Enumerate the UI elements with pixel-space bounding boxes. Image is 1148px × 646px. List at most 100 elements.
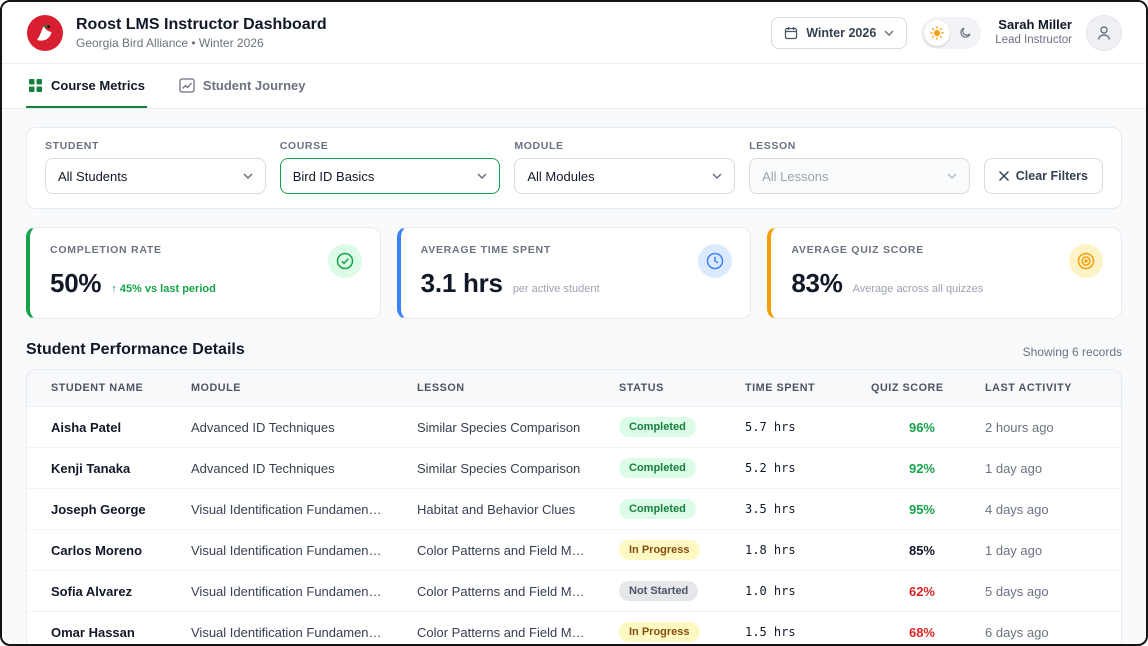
performance-table: STUDENT NAME MODULE LESSON STATUS TIME SPENT… — [27, 370, 1121, 645]
tab-student-journey[interactable]: Student Journey — [177, 64, 308, 108]
table-row: Joseph George Visual Identification Funda… — [27, 488, 1121, 530]
student-select[interactable]: All Students — [45, 158, 266, 194]
lesson-cell: Color Patterns and Field Marks — [417, 624, 597, 640]
check-circle-icon — [327, 244, 362, 278]
course-select[interactable]: Bird ID Basics — [279, 158, 501, 194]
column-header: MODULE — [175, 370, 401, 407]
chevron-down-icon — [884, 29, 894, 36]
metric-caption: per active student — [512, 283, 600, 295]
line-chart-icon — [179, 77, 195, 93]
module-select[interactable]: All Modules — [514, 158, 736, 194]
light-mode-sun-icon[interactable] — [924, 19, 951, 46]
status-badge: Not Started — [619, 581, 699, 601]
chevron-down-icon — [947, 173, 957, 179]
average-time-card: AVERAGE TIME SPENT 3.1 hrs per active st… — [396, 227, 752, 319]
lesson-cell: Similar Species Comparison — [401, 447, 603, 489]
tab-label: Course Metrics — [51, 77, 145, 93]
last-activity-cell: 2 hours ago — [969, 406, 1121, 448]
calendar-icon — [784, 26, 798, 40]
tab-course-metrics[interactable]: Course Metrics — [26, 64, 147, 108]
student-name-cell: Kenji Tanaka — [27, 447, 175, 489]
last-activity-cell: 4 days ago — [969, 488, 1121, 530]
course-select-value: Bird ID Basics — [292, 168, 375, 184]
table-row: Sofia Alvarez Visual Identification Funda… — [27, 570, 1121, 612]
student-name-cell: Aisha Patel — [27, 406, 175, 448]
tab-bar: Course Metrics Student Journey — [2, 64, 1146, 109]
time-spent-cell: 1.5 hrs — [745, 625, 796, 639]
table-title: Student Performance Details — [26, 341, 245, 358]
average-quiz-card: AVERAGE QUIZ SCORE 83% Average across al… — [767, 227, 1123, 319]
status-cell: Completed — [603, 406, 729, 448]
filter-bar: STUDENT All Students COURSE Bird ID Basi… — [26, 127, 1122, 209]
page-title: Roost LMS Instructor Dashboard — [76, 15, 327, 33]
metric-trend: ↑ 45% vs last period — [111, 283, 216, 295]
column-header: TIME SPENT — [729, 370, 855, 407]
module-select-value: All Modules — [527, 168, 595, 184]
time-spent-cell: 5.7 hrs — [729, 406, 855, 448]
page-subtitle: Georgia Bird Alliance • Winter 2026 — [76, 35, 264, 50]
module-cell: Visual Identification Fundamentals — [191, 624, 389, 640]
lesson-select-value: All Lessons — [762, 168, 829, 184]
column-header: LAST ACTIVITY — [969, 370, 1121, 407]
metric-value: 83% — [791, 268, 843, 298]
app-window: Roost LMS Instructor Dashboard Georgia B… — [0, 0, 1148, 646]
clear-filters-button[interactable]: Clear Filters — [983, 158, 1104, 194]
filter-group-module: MODULE All Modules — [514, 140, 736, 194]
filter-group-course: COURSE Bird ID Basics — [279, 140, 501, 194]
course-filter-label: COURSE — [279, 140, 329, 152]
quiz-score-cell: 95% — [855, 488, 969, 530]
lesson-select[interactable]: All Lessons — [749, 158, 970, 194]
last-activity-cell: 1 day ago — [969, 447, 1121, 489]
quiz-score-cell: 96% — [855, 406, 969, 448]
student-name-cell: Omar Hassan — [51, 624, 135, 640]
last-activity-cell: 1 day ago — [969, 529, 1121, 571]
performance-table-card: STUDENT NAME MODULE LESSON STATUS TIME SPENT… — [26, 369, 1122, 645]
time-spent-cell: 1.8 hrs — [729, 529, 855, 571]
avatar[interactable] — [1086, 14, 1122, 51]
metric-label: AVERAGE TIME SPENT — [420, 244, 551, 256]
header: Roost LMS Instructor Dashboard Georgia B… — [2, 2, 1146, 64]
time-spent-cell: 1.0 hrs — [729, 570, 855, 612]
user-info: Sarah Miller Lead Instructor — [995, 17, 1072, 48]
quiz-score-cell: 62% — [855, 570, 969, 612]
status-cell: Not Started — [603, 570, 729, 612]
last-activity-cell: 6 days ago — [985, 624, 1049, 640]
theme-toggle[interactable] — [921, 16, 982, 49]
quiz-score-cell: 85% — [855, 529, 969, 571]
lesson-cell: Similar Species Comparison — [401, 406, 603, 448]
lesson-cell: Color Patterns and Field Marks — [401, 570, 603, 612]
filter-group-student: STUDENT All Students — [45, 140, 266, 194]
metric-cards: COMPLETION RATE 50% ↑ 45% vs last period… — [26, 227, 1123, 319]
table-row: Aisha Patel Advanced ID Techniques Similar… — [27, 406, 1121, 448]
close-icon — [999, 171, 1009, 181]
clear-filters-label: Clear Filters — [1015, 169, 1089, 183]
roost-logo-icon — [26, 14, 64, 52]
lesson-cell: Habitat and Behavior Clues — [401, 488, 603, 530]
table-section-header: Student Performance Details Showing 6 re… — [26, 341, 1122, 359]
tab-label: Student Journey — [202, 77, 306, 93]
lesson-filter-label: LESSON — [749, 140, 797, 152]
metric-label: COMPLETION RATE — [50, 244, 162, 256]
dark-mode-moon-icon[interactable] — [952, 20, 978, 46]
status-cell: Completed — [603, 447, 729, 489]
chevron-down-icon — [477, 173, 487, 179]
time-spent-cell: 5.2 hrs — [729, 447, 855, 489]
filter-group-lesson: LESSON All Lessons — [749, 140, 970, 194]
user-role: Lead Instructor — [995, 34, 1072, 47]
table-row: Omar Hassan Visual Identification Fundame… — [27, 612, 1121, 645]
student-filter-label: STUDENT — [45, 140, 99, 152]
status-cell: Completed — [603, 488, 729, 530]
status-badge: Completed — [619, 417, 696, 437]
chevron-down-icon — [712, 173, 722, 179]
module-cell: Visual Identification Fundamentals — [175, 488, 401, 530]
column-header: STATUS — [603, 370, 729, 407]
metric-caption: Average across all quizzes — [852, 283, 984, 295]
records-count: Showing 6 records — [1022, 345, 1122, 359]
column-header: STUDENT NAME — [27, 370, 175, 407]
table-row: Carlos Moreno Visual Identification Funda… — [27, 529, 1121, 571]
time-spent-cell: 3.5 hrs — [729, 488, 855, 530]
student-name-cell: Sofia Alvarez — [27, 570, 175, 612]
term-selector[interactable]: Winter 2026 — [771, 16, 908, 49]
status-badge: In Progress — [619, 622, 700, 642]
table-row: Kenji Tanaka Advanced ID Techniques Simila… — [27, 447, 1121, 489]
